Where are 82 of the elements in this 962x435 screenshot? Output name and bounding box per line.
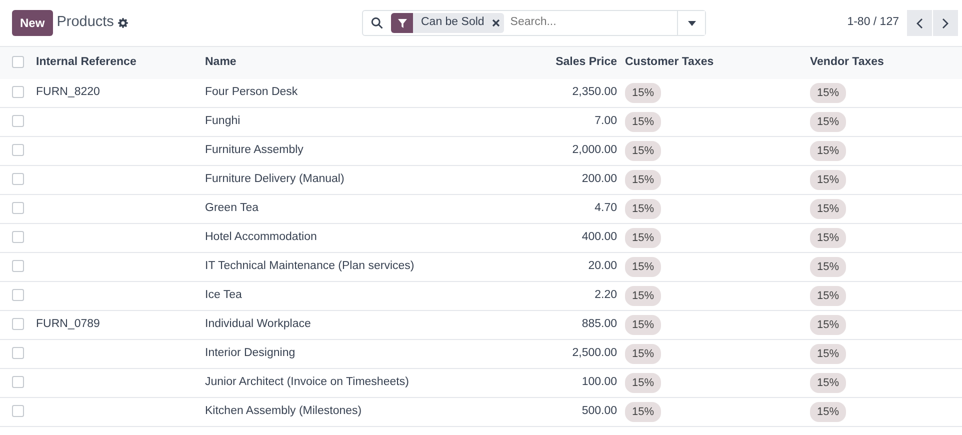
gear-icon[interactable] [118,18,128,28]
product-name: IT Technical Maintenance (Plan services) [205,260,414,272]
product-name: Four Person Desk [205,86,298,98]
row-checkbox[interactable] [12,347,24,360]
column-header[interactable]: Customer Taxes [625,56,714,68]
tax-tag: 15% [810,82,846,103]
tax-tag: 15% [625,372,662,394]
tax-tag: 15% [625,82,662,103]
tax-tag: 15% [810,228,846,248]
price-text: 2,000.00 [572,144,617,156]
page-title: Products [56,13,114,32]
row-checkbox[interactable] [12,115,24,128]
next-page-button[interactable] [933,10,958,36]
filter-icon [391,13,413,33]
price-text: 200.00 [582,173,617,186]
pager-value: 1-80 / 127 [847,15,899,30]
price-text: 2,350.00 [572,86,617,98]
tax-tag: 15% [625,170,662,190]
tax-tag: 15% [625,344,662,364]
select-all-checkbox[interactable] [12,56,24,68]
product-name: Ice Tea [205,289,242,302]
product-name: Kitchen Assembly (Milestones) [205,405,362,418]
row-checkbox[interactable] [12,173,24,186]
tax-tag: 15% [625,112,662,132]
tax-tag: 15% [625,402,662,422]
row-checkbox[interactable] [12,260,24,272]
column-header[interactable]: Vendor Taxes [810,56,884,68]
price-text: 2,500.00 [572,347,617,360]
dropdown-toggle-button[interactable] [677,11,705,35]
tax-tag: 15% [810,372,846,394]
chevron-left-icon [916,18,923,28]
tax-tag: 15% [625,256,662,278]
tax-tag: 15% [625,198,662,220]
reference-text: FURN_8220 [36,86,100,98]
row-checkbox[interactable] [12,318,24,330]
price-text: 4.70 [594,202,617,214]
tax-tag: 15% [625,314,662,336]
price-text: 20.00 [588,260,617,272]
chevron-right-icon [942,18,949,28]
row-checkbox[interactable] [12,231,24,244]
tax-tag: 15% [810,170,846,190]
previous-page-button[interactable] [907,10,932,36]
new-button[interactable]: New [12,10,53,36]
product-name: Junior Architect (Invoice on Timesheets) [205,376,409,388]
tax-tag: 15% [810,314,846,336]
row-checkbox[interactable] [12,144,24,156]
caret-icon [688,20,696,26]
price-text: 100.00 [582,376,617,388]
product-name: Funghi [205,115,240,128]
price-text: 2.20 [594,289,617,302]
product-name: Green Tea [205,202,258,214]
reference-text: FURN_0789 [36,318,100,330]
search-icon [371,17,383,29]
row-checkbox[interactable] [12,202,24,214]
tax-tag: 15% [810,140,846,162]
row-checkbox[interactable] [12,289,24,302]
product-name: Hotel Accommodation [205,231,317,244]
row-checkbox[interactable] [12,376,24,388]
tax-tag: 15% [810,286,846,306]
tax-tag: 15% [625,228,662,248]
product-name: Interior Designing [205,347,296,360]
tax-tag: 15% [625,286,662,306]
price-text: 7.00 [594,115,617,128]
search-bar[interactable]: Can be Sold Search... [362,10,706,36]
tax-tag: 15% [810,256,846,278]
price-text: 500.00 [582,405,617,418]
column-header[interactable]: Sales Price [556,56,617,68]
row-checkbox[interactable] [12,405,24,418]
price-text: 400.00 [582,231,617,244]
product-name: Furniture Delivery (Manual) [205,173,344,186]
tax-tag: 15% [810,344,846,364]
price-text: 885.00 [582,318,617,330]
search-input[interactable]: Search... [508,13,677,33]
row-checkbox[interactable] [12,86,24,98]
tax-tag: 15% [810,402,846,422]
product-name: Furniture Assembly [205,144,304,156]
tax-tag: 15% [810,112,846,132]
facet-label: Can be Sold [420,15,486,30]
tax-tag: 15% [625,140,662,162]
column-header[interactable]: Name [205,56,236,68]
product-name: Individual Workplace [205,318,311,330]
tax-tag: 15% [810,198,846,220]
